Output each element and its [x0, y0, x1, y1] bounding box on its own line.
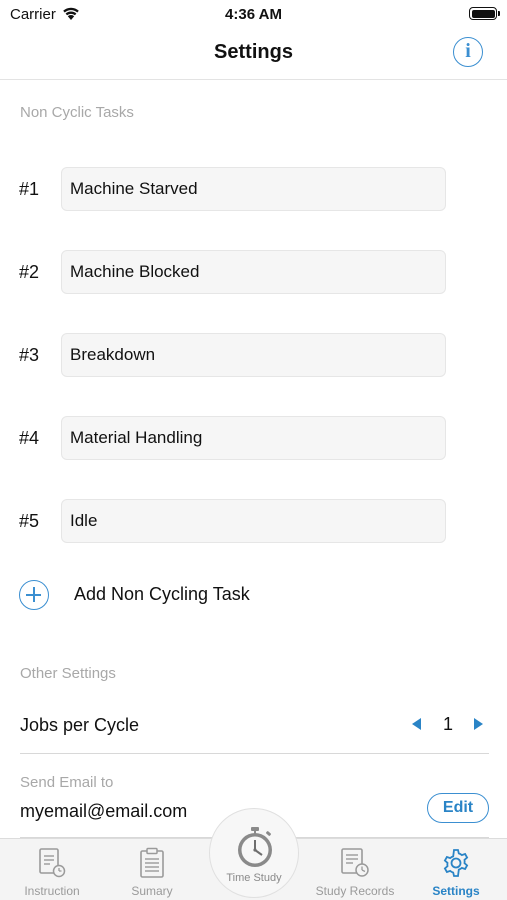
- task-name-field[interactable]: Idle: [61, 499, 446, 543]
- decrement-arrow-icon[interactable]: [412, 718, 421, 730]
- jobs-per-cycle-value: 1: [443, 714, 454, 734]
- task-name-field[interactable]: Breakdown: [61, 333, 446, 377]
- task-row: #3 Breakdown: [0, 333, 507, 377]
- task-name-field[interactable]: Machine Starved: [61, 167, 446, 211]
- navigation-bar: Settings i: [0, 30, 507, 80]
- task-number: #4: [19, 428, 40, 448]
- tab-label: Settings: [432, 884, 480, 898]
- stopwatch-icon: [238, 827, 272, 867]
- add-non-cycling-task-button[interactable]: Add Non Cycling Task: [19, 580, 319, 610]
- tab-settings[interactable]: Settings: [415, 839, 497, 900]
- task-row: #5 Idle: [0, 499, 507, 543]
- page-title: Settings: [214, 41, 293, 63]
- clock-time: 4:36 AM: [225, 6, 282, 23]
- task-number: #5: [19, 511, 40, 531]
- records-icon: [341, 848, 369, 877]
- gear-icon: [443, 849, 469, 877]
- instruction-icon: [39, 848, 66, 878]
- status-bar: Carrier 4:36 AM: [0, 0, 507, 30]
- task-number: #1: [19, 179, 40, 199]
- email-address: myemail@email.com: [20, 801, 188, 821]
- clipboard-icon: [140, 847, 164, 878]
- edit-email-button[interactable]: Edit: [427, 793, 489, 823]
- tab-label: Instruction: [24, 884, 80, 898]
- add-circle-icon[interactable]: [19, 580, 49, 610]
- increment-arrow-icon[interactable]: [474, 718, 483, 730]
- jobs-per-cycle-label: Jobs per Cycle: [20, 715, 140, 735]
- info-button[interactable]: i: [453, 37, 483, 67]
- tab-time-study[interactable]: Time Study: [209, 808, 299, 898]
- tab-label: Time Study: [226, 872, 282, 884]
- send-email-caption: Send Email to: [20, 774, 114, 791]
- task-number: #2: [19, 262, 40, 282]
- task-number: #3: [19, 345, 40, 365]
- non-cyclic-tasks-header: Non Cyclic Tasks: [20, 104, 134, 121]
- add-task-label[interactable]: Add Non Cycling Task: [74, 584, 250, 605]
- tab-label: Study Records: [315, 884, 395, 898]
- tab-sumary[interactable]: Sumary: [108, 839, 196, 900]
- jobs-per-cycle-row: Jobs per Cycle 1: [20, 710, 489, 754]
- other-settings-header: Other Settings: [20, 665, 116, 682]
- tab-label: Sumary: [131, 884, 173, 898]
- task-row: #1 Machine Starved: [0, 167, 507, 211]
- task-name-field[interactable]: Machine Blocked: [61, 250, 446, 294]
- battery-icon: [469, 7, 500, 20]
- task-row: #4 Material Handling: [0, 416, 507, 460]
- tab-study-records[interactable]: Study Records: [308, 839, 402, 900]
- tab-instruction[interactable]: Instruction: [8, 839, 96, 900]
- task-name-field[interactable]: Material Handling: [61, 416, 446, 460]
- task-row: #2 Machine Blocked: [0, 250, 507, 294]
